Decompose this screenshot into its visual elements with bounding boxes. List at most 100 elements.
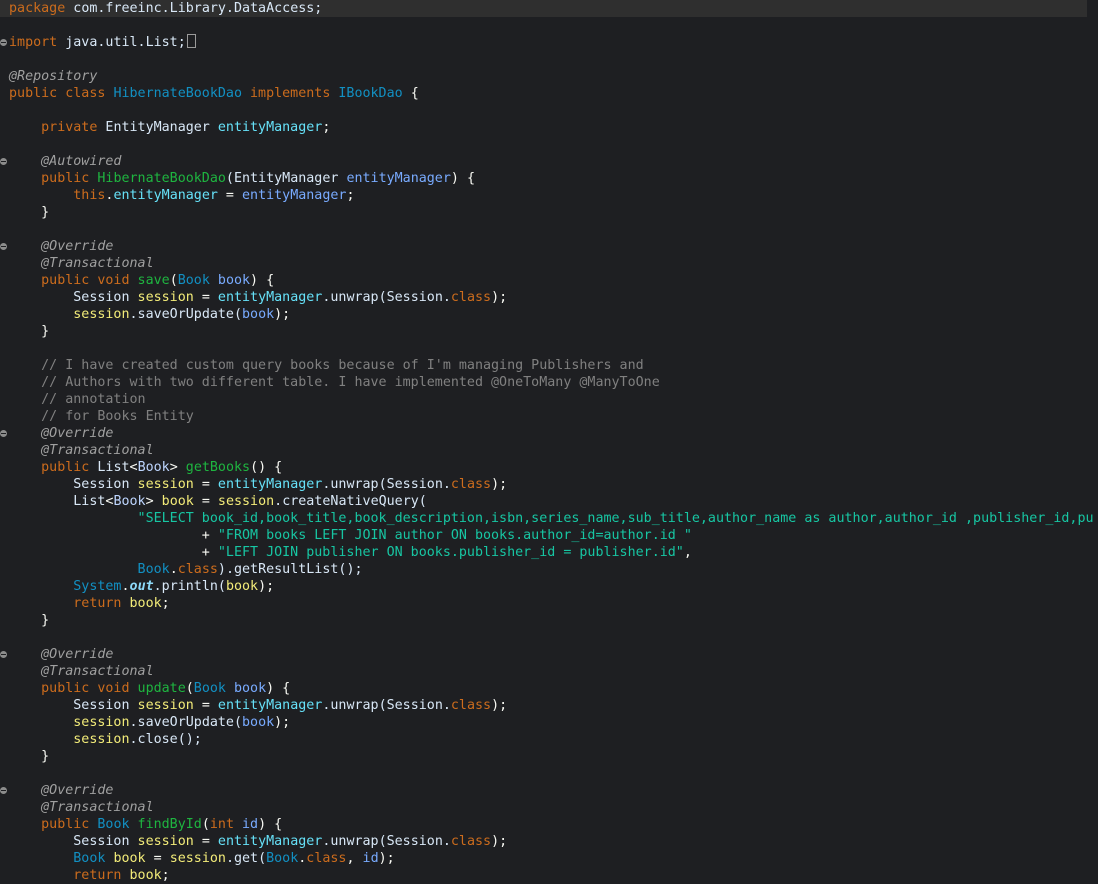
fold-collapse-icon[interactable]	[0, 430, 7, 437]
code-token: class	[450, 290, 492, 305]
code-line[interactable]: // for Books Entity	[0, 408, 1098, 425]
gutter	[0, 476, 9, 493]
code-text: return book;	[9, 595, 169, 612]
code-line[interactable]: System.out.println(book);	[0, 578, 1098, 595]
code-line[interactable]: }	[0, 612, 1098, 629]
code-line[interactable]: package com.freeinc.Library.DataAccess;	[0, 0, 1087, 17]
code-text: "SELECT book_id,book_title,book_descript…	[9, 510, 1094, 527]
code-token: session	[169, 851, 226, 866]
code-line[interactable]: // I have created custom query books bec…	[0, 357, 1098, 374]
code-line[interactable]: public Book findById(int id) {	[0, 816, 1098, 833]
code-line[interactable]: public void save(Book book) {	[0, 272, 1098, 289]
code-editor[interactable]: package com.freeinc.Library.DataAccess; i…	[0, 0, 1098, 884]
code-line[interactable]	[0, 221, 1098, 238]
code-token: Session	[9, 477, 138, 492]
code-line[interactable]: public HibernateBookDao(EntityManager en…	[0, 170, 1098, 187]
code-line[interactable]: @Transactional	[0, 663, 1098, 680]
code-line[interactable]	[0, 136, 1098, 153]
code-line[interactable]: @Autowired	[0, 153, 1098, 170]
code-token: );	[491, 834, 508, 849]
code-line[interactable]: @Override	[0, 425, 1098, 442]
fold-collapse-icon[interactable]	[0, 651, 7, 658]
code-token: Session	[9, 290, 138, 305]
code-line[interactable]	[0, 629, 1098, 646]
code-line[interactable]	[0, 765, 1098, 782]
code-token: session	[9, 307, 130, 322]
code-token: // I have created custom query books bec…	[9, 358, 644, 373]
code-line[interactable]: session.saveOrUpdate(book);	[0, 714, 1098, 731]
fold-collapse-icon[interactable]	[0, 243, 7, 250]
code-line[interactable]: return book;	[0, 595, 1098, 612]
code-line[interactable]: Book.class).getResultList();	[0, 561, 1098, 578]
code-line[interactable]: + "FROM books LEFT JOIN author ON books.…	[0, 527, 1098, 544]
code-text: @Override	[9, 238, 113, 255]
code-line[interactable]: public class HibernateBookDao implements…	[0, 85, 1098, 102]
code-line[interactable]: public List<Book> getBooks() {	[0, 459, 1098, 476]
gutter	[0, 340, 9, 357]
code-token: java.util.List;	[57, 35, 186, 50]
code-line[interactable]: "SELECT book_id,book_title,book_descript…	[0, 510, 1098, 527]
code-token: .unwrap(Session.	[322, 290, 451, 305]
fold-collapse-icon[interactable]	[0, 787, 7, 794]
code-text: @Transactional	[9, 442, 153, 459]
code-line[interactable]: // annotation	[0, 391, 1098, 408]
fold-collapse-icon[interactable]	[0, 158, 7, 165]
code-line[interactable]: session.close();	[0, 731, 1098, 748]
code-line[interactable]: @Transactional	[0, 799, 1098, 816]
code-text: this.entityManager = entityManager;	[9, 187, 354, 204]
code-token: Book	[266, 851, 299, 866]
code-line[interactable]: Session session = entityManager.unwrap(S…	[0, 476, 1098, 493]
code-line[interactable]	[0, 340, 1098, 357]
code-line[interactable]	[0, 51, 1098, 68]
code-line[interactable]: Session session = entityManager.unwrap(S…	[0, 697, 1098, 714]
code-token: >	[169, 460, 186, 475]
code-line[interactable]: @Override	[0, 782, 1098, 799]
code-text: }	[9, 323, 49, 340]
code-line[interactable]: }	[0, 748, 1098, 765]
code-line[interactable]: session.saveOrUpdate(book);	[0, 306, 1098, 323]
code-line[interactable]: }	[0, 323, 1098, 340]
code-line[interactable]: import java.util.List;	[0, 34, 1098, 51]
gutter	[0, 544, 9, 561]
code-text: @Transactional	[9, 255, 153, 272]
code-token: import	[9, 35, 58, 50]
code-line[interactable]: private EntityManager entityManager;	[0, 119, 1098, 136]
code-token: EntityManager	[105, 120, 210, 135]
code-text: }	[9, 612, 49, 629]
code-token: {	[402, 86, 419, 101]
code-token: .unwrap(Session.	[322, 834, 451, 849]
code-line[interactable]: + "LEFT JOIN publisher ON books.publishe…	[0, 544, 1098, 561]
code-token: update	[137, 681, 186, 696]
code-line[interactable]	[0, 102, 1098, 119]
code-line[interactable]: @Transactional	[0, 255, 1098, 272]
gutter	[0, 0, 9, 17]
code-line[interactable]: }	[0, 204, 1098, 221]
folded-code-icon[interactable]	[186, 34, 196, 48]
code-line[interactable]: @Repository	[0, 68, 1098, 85]
code-line[interactable]: return book;	[0, 867, 1098, 884]
code-line[interactable]: this.entityManager = entityManager;	[0, 187, 1098, 204]
code-line[interactable]: // Authors with two different table. I h…	[0, 374, 1098, 391]
code-token: session	[217, 494, 275, 509]
gutter	[0, 306, 9, 323]
code-line[interactable]: List<Book> book = session.createNativeQu…	[0, 493, 1098, 510]
code-token: class	[177, 562, 218, 577]
code-token: Session	[9, 698, 138, 713]
code-text: public void update(Book book) {	[9, 680, 290, 697]
code-line[interactable]: public void update(Book book) {	[0, 680, 1098, 697]
code-line[interactable]	[0, 17, 1098, 34]
code-line[interactable]: @Transactional	[0, 442, 1098, 459]
code-token: ;	[322, 120, 331, 135]
code-line[interactable]: @Override	[0, 646, 1098, 663]
code-line[interactable]: Session session = entityManager.unwrap(S…	[0, 833, 1098, 850]
code-line[interactable]: @Override	[0, 238, 1098, 255]
fold-collapse-icon[interactable]	[0, 39, 7, 46]
code-token: entityManager	[209, 120, 323, 135]
gutter	[0, 170, 9, 187]
code-token: );	[258, 579, 275, 594]
code-token: Book	[137, 460, 170, 475]
code-line[interactable]: Book book = session.get(Book.class, id);	[0, 850, 1098, 867]
code-line[interactable]: Session session = entityManager.unwrap(S…	[0, 289, 1098, 306]
code-token: );	[378, 851, 395, 866]
code-token: }	[9, 324, 50, 339]
